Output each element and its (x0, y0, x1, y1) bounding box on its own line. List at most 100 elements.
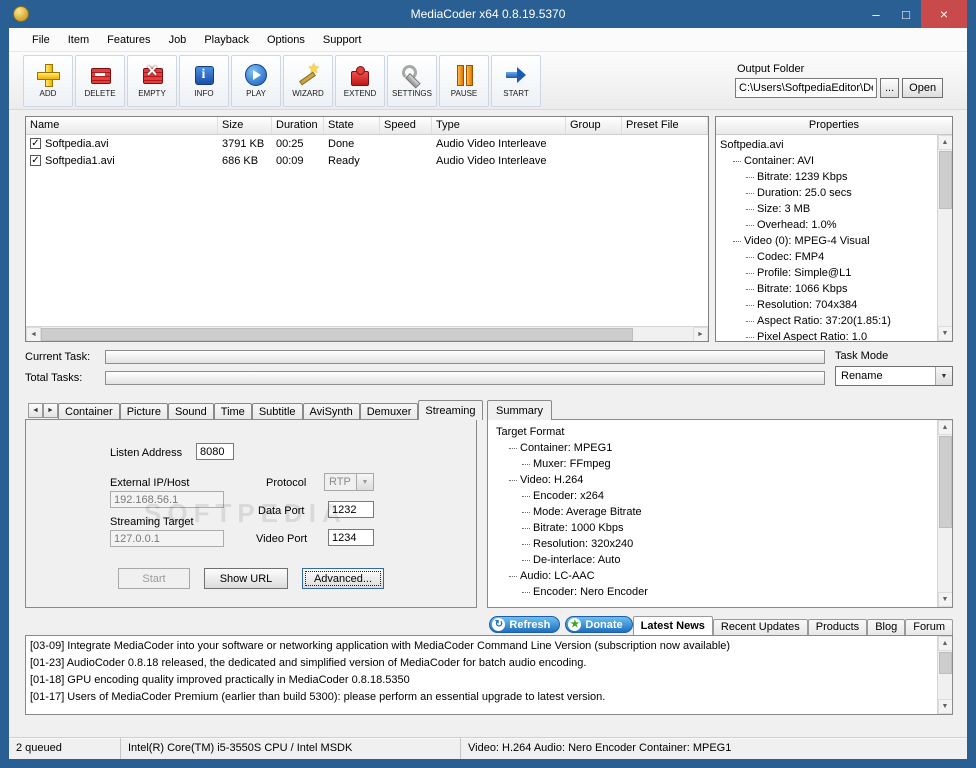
toolbar-button-label: SETTINGS (391, 89, 432, 98)
tab-container[interactable]: Container (58, 403, 120, 420)
minimize-button[interactable]: – (861, 0, 891, 28)
news-actions: ↻ Refresh ★ Donate (489, 616, 633, 633)
column-header[interactable]: Group (566, 117, 622, 134)
news-tab-latest-news[interactable]: Latest News (632, 616, 713, 635)
table-row[interactable]: Softpedia1.avi 686 KB 00:09 Ready Audio … (26, 152, 708, 169)
horizontal-scrollbar[interactable]: ◄ ► (26, 326, 708, 341)
status-bar: 2 queued Intel(R) Core(TM) i5-3550S CPU … (9, 737, 967, 759)
menu-item[interactable]: Support (314, 31, 371, 49)
tab-avisynth[interactable]: AviSynth (302, 403, 360, 420)
toolbar-button[interactable]: EXTEND (335, 54, 385, 107)
table-row[interactable]: Softpedia.avi 3791 KB 00:25 Done Audio V… (26, 135, 708, 152)
tab-sound[interactable]: Sound (167, 403, 214, 420)
menu-item[interactable]: Options (258, 31, 314, 49)
column-header[interactable]: State (324, 117, 380, 134)
close-button[interactable]: × (921, 0, 967, 28)
toolbar-buttons: ADD DELETE EMPTY INFO PLAY WIZARD (23, 54, 543, 107)
task-mode-select[interactable]: Rename ▼ (835, 366, 953, 386)
toolbar-button[interactable]: PAUSE (439, 54, 489, 107)
tab-scroll-right-icon[interactable]: ► (43, 403, 58, 418)
video-port-input[interactable] (328, 529, 374, 546)
browse-button[interactable]: ... (880, 78, 900, 98)
advanced-button[interactable]: Advanced... (302, 568, 384, 589)
tab-streaming[interactable]: Streaming (418, 400, 483, 420)
chevron-down-icon[interactable]: ▼ (356, 474, 373, 490)
streaming-target-input[interactable] (110, 530, 224, 547)
menu-item[interactable]: Playback (195, 31, 258, 49)
news-item[interactable]: [03-09] Integrate MediaCoder into your s… (30, 638, 933, 655)
properties-scrollbar[interactable]: ▲ ▼ (937, 135, 952, 341)
protocol-select[interactable]: RTP ▼ (324, 473, 374, 491)
menu-item[interactable]: Item (59, 31, 98, 49)
scroll-up-icon[interactable]: ▲ (937, 636, 952, 651)
property-item: Size: 3 MB (716, 201, 937, 217)
extend-icon (348, 63, 372, 87)
summary-item: De-interlace: Auto (492, 552, 935, 568)
toolbar-button[interactable]: START (491, 54, 541, 107)
column-header[interactable]: Type (432, 117, 566, 134)
scrollbar-thumb[interactable] (41, 327, 633, 341)
status-queued: 2 queued (9, 738, 121, 759)
listen-address-input[interactable] (196, 443, 234, 460)
tab-subtitle[interactable]: Subtitle (251, 403, 303, 420)
row-checkbox[interactable] (30, 138, 41, 149)
column-header[interactable]: Speed (380, 117, 432, 134)
external-ip-label: External IP/Host (110, 477, 190, 489)
news-tab-forum[interactable]: Forum (905, 619, 953, 635)
news-scrollbar[interactable]: ▲ ▼ (937, 636, 952, 714)
summary-scrollbar[interactable]: ▲ ▼ (937, 420, 952, 607)
column-header[interactable]: Size (218, 117, 272, 134)
scroll-up-icon[interactable]: ▲ (937, 135, 952, 150)
menu-item[interactable]: File (23, 31, 59, 49)
scrollbar-thumb[interactable] (938, 151, 952, 209)
toolbar-button[interactable]: PLAY (231, 54, 281, 107)
tab-summary[interactable]: Summary (487, 400, 553, 420)
titlebar[interactable]: MediaCoder x64 0.8.19.5370 – □ × (9, 0, 967, 28)
data-port-input[interactable] (328, 501, 374, 518)
toolbar-button[interactable]: WIZARD (283, 54, 333, 107)
output-folder-input[interactable] (735, 78, 877, 98)
toolbar-button[interactable]: DELETE (75, 54, 125, 107)
news-item[interactable]: [01-18] GPU encoding quality improved pr… (30, 672, 933, 689)
column-header[interactable]: Duration (272, 117, 324, 134)
settings-tab-control: ◄ ► Container Picture Sound Time Subtitle Avi… (25, 400, 483, 608)
row-checkbox[interactable] (30, 155, 41, 166)
scroll-right-icon[interactable]: ► (693, 326, 708, 341)
news-tab-recent-updates[interactable]: Recent Updates (712, 619, 808, 635)
tab-time[interactable]: Time (213, 403, 252, 420)
show-url-button[interactable]: Show URL (204, 568, 288, 589)
menu-item[interactable]: Job (160, 31, 196, 49)
scrollbar-thumb[interactable] (938, 652, 952, 674)
start-streaming-button[interactable]: Start (118, 568, 190, 589)
toolbar-button[interactable]: ADD (23, 54, 73, 107)
scroll-left-icon[interactable]: ◄ (26, 326, 41, 341)
news-box: [03-09] Integrate MediaCoder into your s… (25, 635, 953, 715)
scrollbar-thumb[interactable] (938, 436, 952, 528)
news-item[interactable]: [01-17] Users of MediaCoder Premium (ear… (30, 689, 933, 706)
streaming-panel: SOFTPEDIA Listen Address External IP/Hos… (25, 419, 477, 608)
column-header[interactable]: Name (26, 117, 218, 134)
news-tab-products[interactable]: Products (807, 619, 868, 635)
tab-picture[interactable]: Picture (119, 403, 168, 420)
toolbar-button[interactable]: EMPTY (127, 54, 177, 107)
scroll-down-icon[interactable]: ▼ (937, 326, 952, 341)
toolbar-button[interactable]: SETTINGS (387, 54, 437, 107)
open-button[interactable]: Open (902, 78, 944, 98)
news-tab-blog[interactable]: Blog (867, 619, 906, 635)
column-header[interactable]: Preset File (622, 117, 708, 134)
refresh-button[interactable]: ↻ Refresh (489, 616, 561, 633)
scroll-down-icon[interactable]: ▼ (937, 699, 952, 714)
maximize-button[interactable]: □ (891, 0, 921, 28)
news-item[interactable]: [01-23] AudioCoder 0.8.18 released, the … (30, 655, 933, 672)
external-ip-input[interactable] (110, 491, 224, 508)
chevron-down-icon[interactable]: ▼ (935, 367, 952, 385)
property-item: Overhead: 1.0% (716, 217, 937, 233)
scroll-down-icon[interactable]: ▼ (937, 592, 952, 607)
toolbar-button[interactable]: INFO (179, 54, 229, 107)
toolbar-button-label: START (503, 89, 529, 98)
menu-item[interactable]: Features (98, 31, 159, 49)
scroll-up-icon[interactable]: ▲ (937, 420, 952, 435)
tab-demuxer[interactable]: Demuxer (359, 403, 419, 420)
donate-button[interactable]: ★ Donate (565, 616, 633, 633)
tab-scroll-left-icon[interactable]: ◄ (28, 403, 43, 418)
